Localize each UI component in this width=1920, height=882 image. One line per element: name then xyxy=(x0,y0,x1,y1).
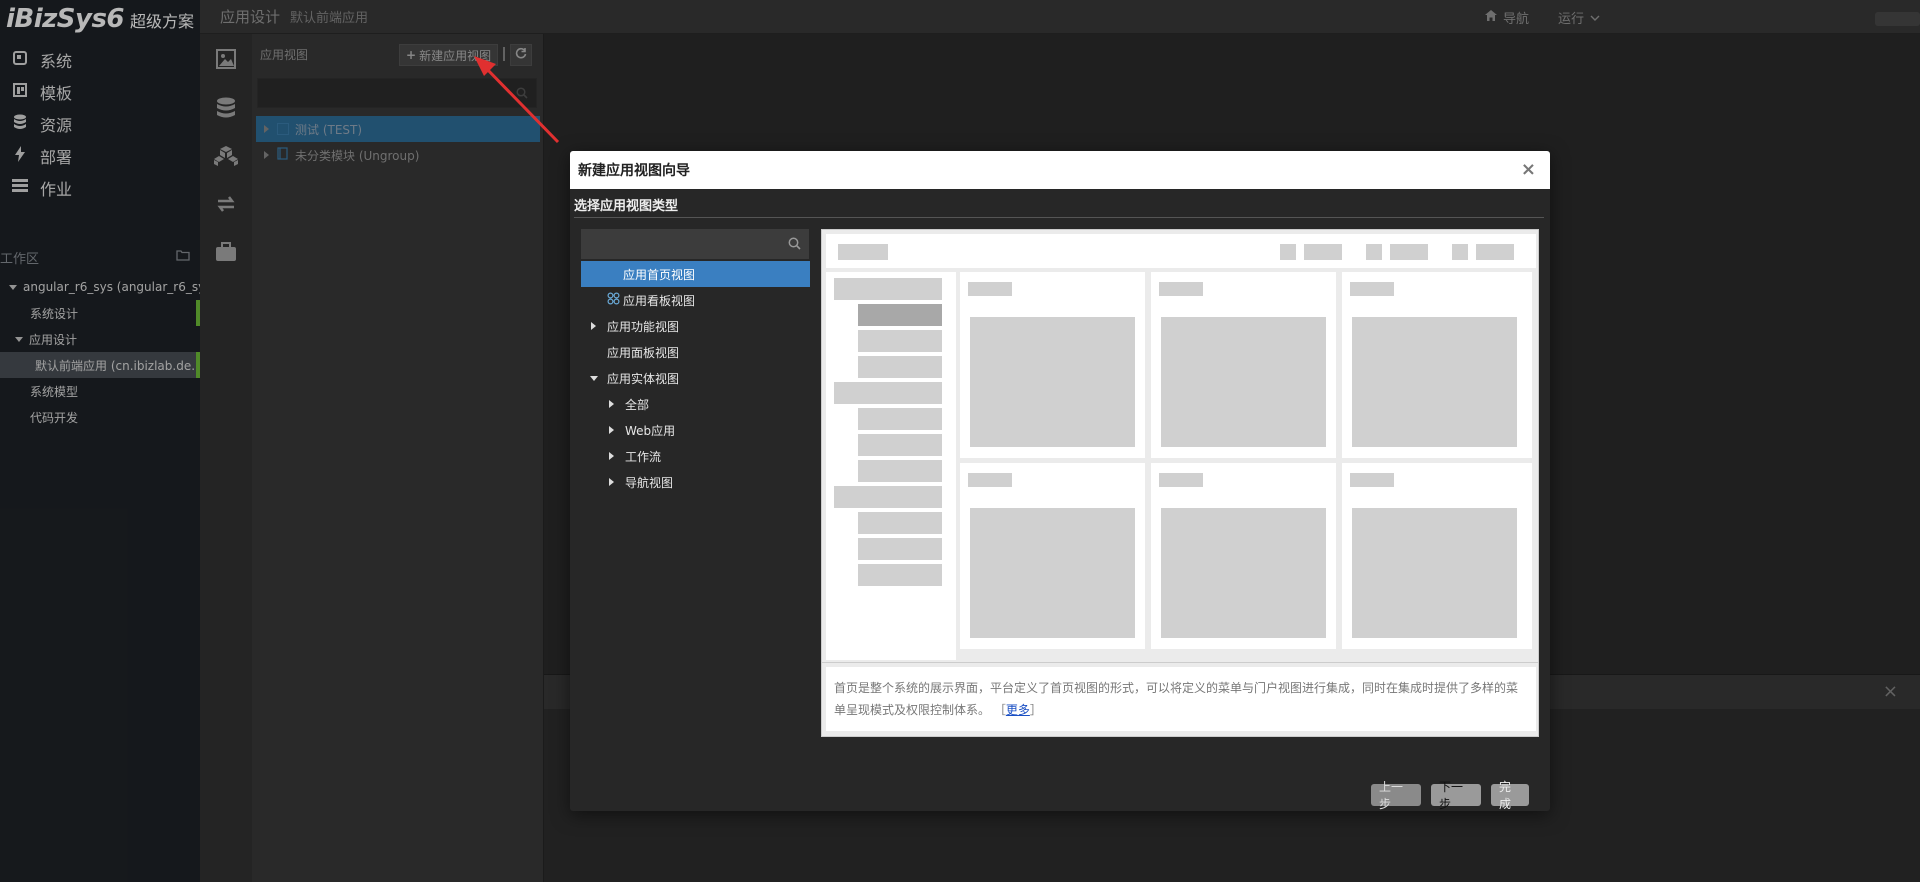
type-item-label: 工作流 xyxy=(625,449,662,464)
prev-button[interactable]: 上一步 xyxy=(1371,780,1421,811)
description-text: 首页是整个系统的展示界面，平台定义了首页视图的形式，可以将定义的菜单与门户视图进… xyxy=(826,667,1536,731)
preview-card xyxy=(960,272,1145,458)
more-bracket-close: ］ xyxy=(1029,703,1042,717)
expand-icon[interactable] xyxy=(609,400,614,408)
expand-icon[interactable] xyxy=(609,426,614,434)
description-body: 首页是整个系统的展示界面，平台定义了首页视图的形式，可以将定义的菜单与门户视图进… xyxy=(834,681,1519,717)
new-app-view-wizard: 新建应用视图向导 × 选择应用视图类型 应用首页视图 应用看板视图 应用功能视图… xyxy=(570,151,1550,811)
expand-icon[interactable] xyxy=(609,478,614,486)
annotation-arrow xyxy=(474,56,560,144)
type-item-label: 应用首页视图 xyxy=(623,267,696,282)
divider xyxy=(574,217,1544,218)
type-item-label: 应用功能视图 xyxy=(607,319,680,334)
type-item-function-view[interactable]: 应用功能视图 xyxy=(581,313,810,339)
preview-card xyxy=(1342,463,1532,649)
preview-header xyxy=(826,234,1536,268)
preview-sidebar xyxy=(826,272,956,660)
type-item-web-app[interactable]: Web应用 xyxy=(581,417,810,443)
kanban-icon xyxy=(607,292,620,308)
type-item-label: 应用看板视图 xyxy=(623,293,696,308)
type-item-kanban-view[interactable]: 应用看板视图 xyxy=(581,287,810,313)
next-button[interactable]: 下一步 xyxy=(1431,780,1481,811)
collapse-icon[interactable] xyxy=(590,375,598,381)
preview-card xyxy=(1342,272,1532,458)
type-item-label: 导航视图 xyxy=(625,475,674,490)
preview-card xyxy=(960,463,1145,649)
preview-card xyxy=(1151,272,1336,458)
dialog-header: 新建应用视图向导 × xyxy=(570,151,1550,189)
type-item-label: 全部 xyxy=(625,397,650,412)
more-link[interactable]: 更多 xyxy=(1006,703,1030,717)
type-item-label: Web应用 xyxy=(625,423,676,438)
expand-icon[interactable] xyxy=(609,452,614,460)
view-preview xyxy=(821,229,1539,663)
finish-button[interactable]: 完成 xyxy=(1491,780,1529,811)
expand-icon[interactable] xyxy=(591,322,596,330)
type-item-panel-view[interactable]: 应用面板视图 xyxy=(581,339,810,365)
type-item-nav-view[interactable]: 导航视图 xyxy=(581,469,810,495)
type-search-input[interactable] xyxy=(581,229,809,259)
type-item-label: 应用面板视图 xyxy=(607,345,680,360)
type-item-all[interactable]: 全部 xyxy=(581,391,810,417)
search-icon xyxy=(788,237,801,253)
type-item-home-view[interactable]: 应用首页视图 xyxy=(581,261,810,287)
preview-card xyxy=(1151,463,1336,649)
more-bracket-open: ［ xyxy=(993,703,1006,717)
type-item-entity-view[interactable]: 应用实体视图 xyxy=(581,365,810,391)
close-icon[interactable]: × xyxy=(1521,159,1536,180)
dialog-subtitle: 选择应用视图类型 xyxy=(574,199,679,214)
type-item-label: 应用实体视图 xyxy=(607,371,680,386)
type-item-workflow[interactable]: 工作流 xyxy=(581,443,810,469)
view-description: 首页是整个系统的展示界面，平台定义了首页视图的形式，可以将定义的菜单与门户视图进… xyxy=(821,663,1539,737)
dialog-title: 新建应用视图向导 xyxy=(578,163,690,179)
